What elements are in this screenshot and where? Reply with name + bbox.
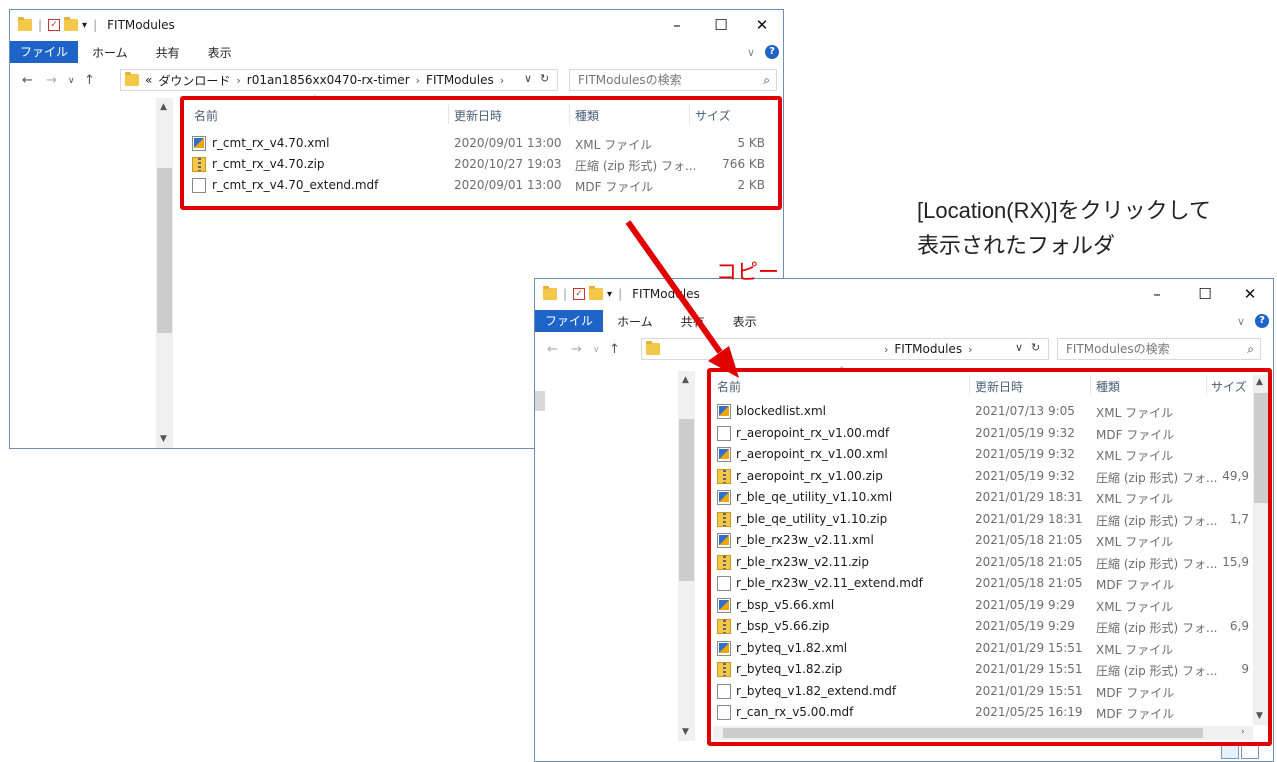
- copy-arrow-head: [708, 346, 739, 378]
- copy-label: コピー: [716, 261, 779, 284]
- copy-arrow: [625, 220, 739, 378]
- callout-line-2: 表示されたフォルダ: [917, 233, 1116, 258]
- copy-arrow-line: [625, 220, 723, 354]
- callout-line-1: [Location(RX)]をクリックして: [917, 198, 1211, 223]
